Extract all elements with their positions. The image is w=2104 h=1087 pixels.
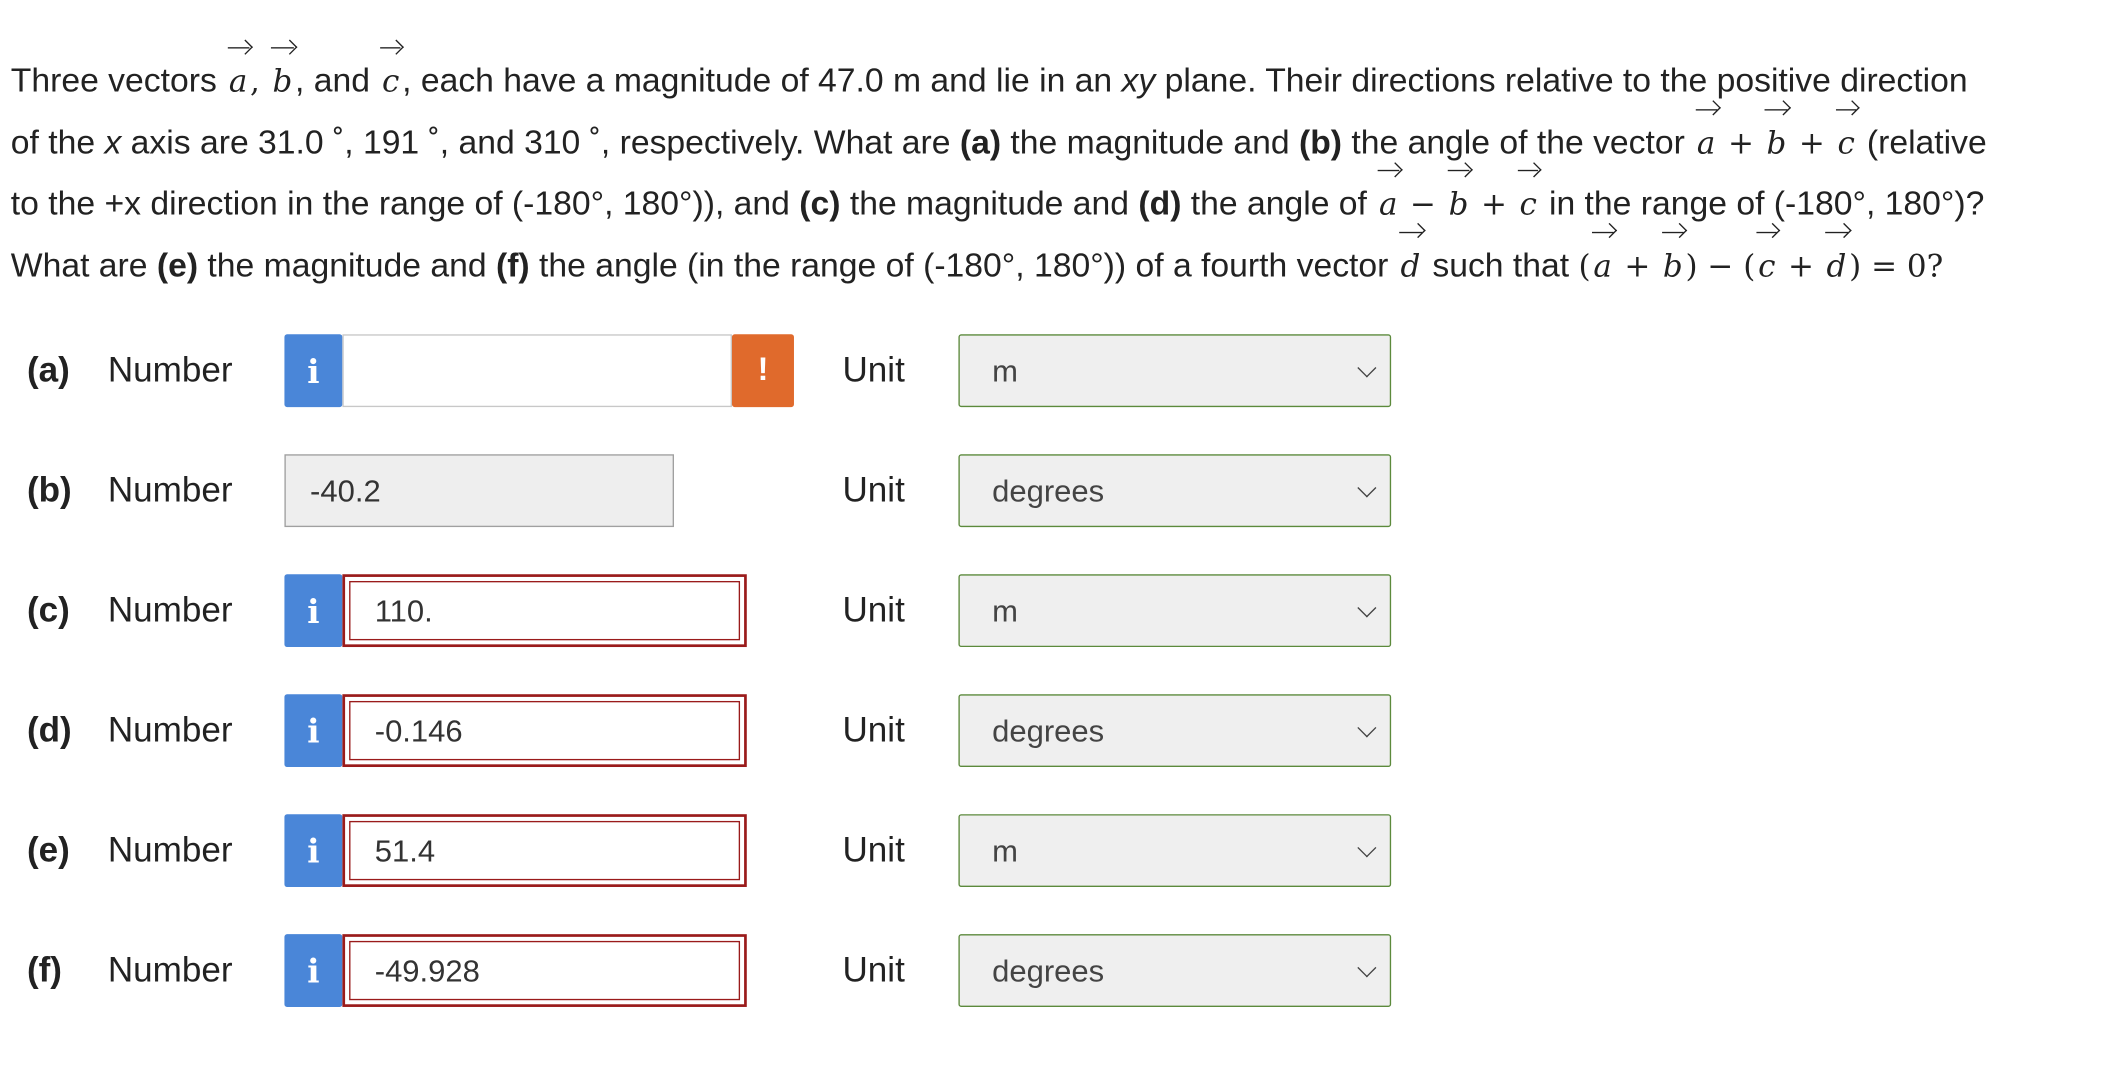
part-label: (e) xyxy=(26,829,70,870)
unit-select-a[interactable]: m xyxy=(958,334,1392,408)
info-icon[interactable]: i xyxy=(284,814,343,887)
info-icon[interactable]: i xyxy=(284,334,343,408)
number-label: Number xyxy=(107,469,233,510)
chevron-down-icon xyxy=(1357,598,1377,618)
number-label: Number xyxy=(107,349,233,390)
vector-d: d xyxy=(1398,231,1423,298)
answer-row-d: (d) Number i -0.146 Unit degrees xyxy=(0,694,1483,769)
part-label: (a) xyxy=(26,349,70,390)
vector-b: b xyxy=(1660,231,1685,298)
unit-label: Unit xyxy=(842,469,905,510)
vector-d: d xyxy=(1824,231,1849,298)
info-icon[interactable]: i xyxy=(284,574,343,648)
info-icon[interactable]: i xyxy=(284,934,343,1007)
vector-a: a xyxy=(226,47,250,114)
number-label: Number xyxy=(107,589,233,630)
answer-input-e[interactable]: 51.4 xyxy=(342,814,747,887)
unit-label: Unit xyxy=(842,948,905,990)
answer-row-f: (f) Number i -49.928 Unit degrees xyxy=(0,934,1483,1009)
unit-label: Unit xyxy=(842,709,905,750)
unit-select-d[interactable]: degrees xyxy=(958,694,1392,768)
unit-select-b[interactable]: degrees xyxy=(958,454,1392,528)
question-text: Three vectors a, b, and c, each have a m… xyxy=(10,47,2098,298)
answer-row-a: (a) Number i ! Unit m xyxy=(0,334,1483,409)
vector-b: b xyxy=(1446,169,1471,236)
vector-b: b xyxy=(1764,108,1789,175)
chevron-down-icon xyxy=(1357,358,1377,378)
vector-a: a xyxy=(1376,169,1400,236)
part-label: (f) xyxy=(26,948,62,990)
answer-row-b: (b) Number -40.2 Unit degrees xyxy=(0,454,1483,529)
warning-icon[interactable]: ! xyxy=(731,334,794,408)
part-label: (b) xyxy=(26,469,72,510)
question-fragment: Three vectors xyxy=(10,62,227,100)
vector-a: a xyxy=(1591,231,1615,298)
vector-a: a xyxy=(1694,108,1718,175)
vector-c: c xyxy=(1517,169,1540,236)
answer-input-c[interactable]: 110. xyxy=(342,574,747,648)
info-icon[interactable]: i xyxy=(284,694,343,768)
vector-b: b xyxy=(270,47,295,114)
answer-row-c: (c) Number i 110. Unit m xyxy=(0,574,1483,649)
number-label: Number xyxy=(107,948,233,990)
answer-input-b[interactable]: -40.2 xyxy=(284,454,674,528)
unit-select-f[interactable]: degrees xyxy=(958,934,1392,1007)
answer-input-a[interactable] xyxy=(342,334,732,408)
unit-select-c[interactable]: m xyxy=(958,574,1392,648)
chevron-down-icon xyxy=(1357,838,1377,858)
answer-input-f[interactable]: -49.928 xyxy=(342,934,747,1007)
number-label: Number xyxy=(107,829,233,870)
chevron-down-icon xyxy=(1357,718,1377,738)
unit-label: Unit xyxy=(842,349,905,390)
vector-c: c xyxy=(1835,108,1858,175)
number-label: Number xyxy=(107,709,233,750)
unit-label: Unit xyxy=(842,589,905,630)
unit-label: Unit xyxy=(842,829,905,870)
vector-c: c xyxy=(1755,231,1778,298)
chevron-down-icon xyxy=(1357,958,1377,978)
vector-c: c xyxy=(379,47,402,114)
answer-input-d[interactable]: -0.146 xyxy=(342,694,747,768)
part-label: (c) xyxy=(26,589,70,630)
chevron-down-icon xyxy=(1357,478,1377,498)
answer-row-e: (e) Number i 51.4 Unit m xyxy=(0,814,1483,889)
part-label: (d) xyxy=(26,709,72,750)
unit-select-e[interactable]: m xyxy=(958,814,1392,887)
